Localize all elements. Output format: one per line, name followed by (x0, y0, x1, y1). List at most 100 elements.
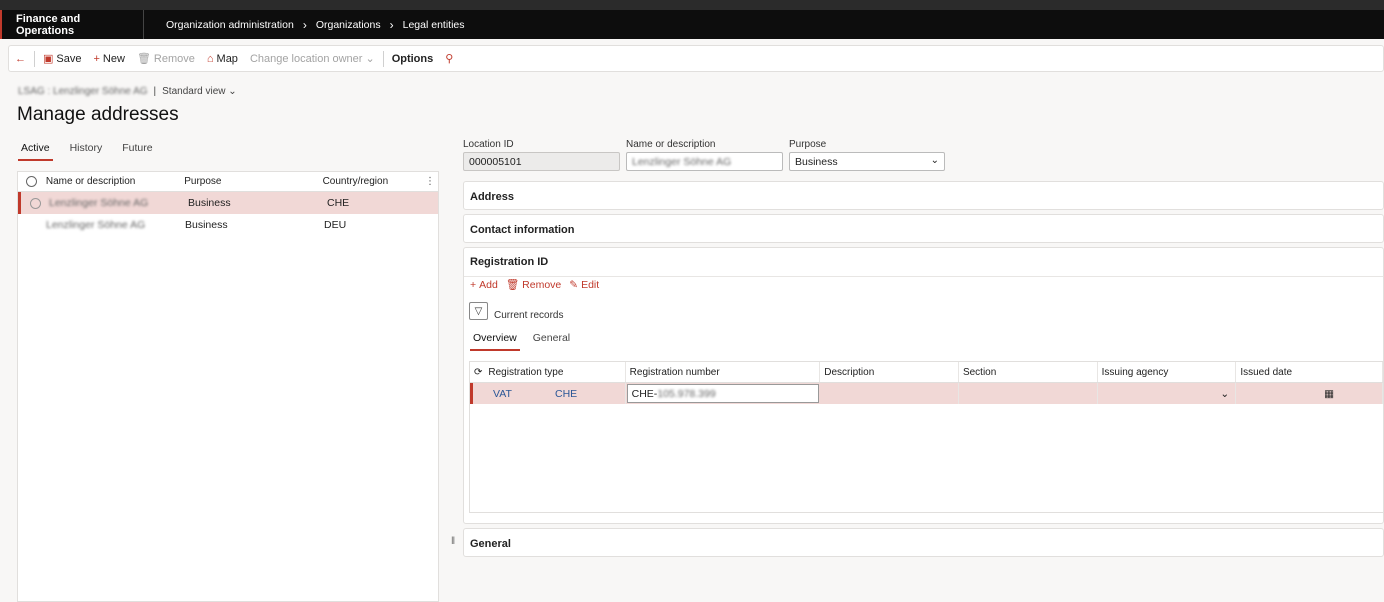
change-owner-label: Change location owner (249, 52, 363, 65)
name-label: Name or description (626, 139, 716, 150)
save-label: Save (56, 52, 82, 65)
contact-section[interactable]: Contact information (463, 214, 1384, 243)
registration-type-cell[interactable]: VAT CHE (473, 383, 626, 404)
divider (34, 50, 35, 67)
breadcrumb-item[interactable]: Legal entities (403, 19, 465, 31)
remove-button[interactable]: 🗑 Remove (131, 45, 201, 72)
column-header-section[interactable]: Section (959, 362, 1098, 382)
table-row[interactable]: VAT CHE CHE- 105.978.399 ⌄ ▦ (470, 383, 1383, 404)
row-radio[interactable] (21, 197, 49, 209)
registration-number-prefix: CHE- (631, 387, 658, 400)
general-section[interactable]: General (463, 528, 1384, 557)
add-button[interactable]: + Add (470, 278, 498, 291)
section-header[interactable]: Registration ID (464, 248, 1383, 277)
column-header-issuing-agency[interactable]: Issuing agency (1098, 362, 1237, 382)
registration-type-value[interactable]: VAT (493, 388, 555, 400)
list-item[interactable]: Lenzlinger Söhne AG Business DEU (18, 214, 438, 236)
column-header-name[interactable]: Name or description (46, 176, 184, 187)
app-title[interactable]: Finance and Operations (0, 10, 144, 39)
add-label: Add (479, 278, 498, 291)
column-header-issued-date[interactable]: Issued date (1236, 362, 1384, 382)
refresh-icon[interactable]: ⟳ (474, 367, 482, 378)
search-icon: ⚲ (445, 53, 454, 65)
chevron-down-icon: ⌄ (365, 53, 375, 65)
section-cell[interactable] (959, 383, 1098, 404)
map-icon: ⌂ (206, 52, 214, 65)
legal-entity-name: LSAG : Lenzlinger Söhne AG (18, 86, 148, 97)
name-field[interactable]: Lenzlinger Söhne AG (626, 152, 783, 171)
trash-icon: 🗑 (136, 53, 151, 65)
edit-button[interactable]: ✎ Edit (569, 278, 599, 291)
new-button[interactable]: + New (87, 45, 130, 72)
registration-toolbar: + Add 🗑 Remove ✎ Edit (470, 278, 599, 292)
location-id-field[interactable]: 000005101 (463, 152, 620, 171)
section-header: Contact information (470, 223, 575, 236)
issuing-agency-cell[interactable]: ⌄ (1098, 383, 1237, 404)
address-list: Name or description Purpose Country/regi… (17, 171, 439, 602)
back-button[interactable]: ← (9, 45, 32, 72)
map-label: Map (216, 52, 238, 65)
title-strip (0, 0, 1384, 10)
name-value: Lenzlinger Söhne AG (632, 156, 732, 168)
divider (382, 50, 384, 67)
registration-number-rest: 105.978.399 (657, 387, 716, 400)
more-options-icon[interactable]: ⋮ (422, 176, 438, 187)
registration-number-input[interactable]: CHE- 105.978.399 (626, 384, 820, 403)
funnel-icon: ▽ (474, 305, 483, 317)
view-label: Standard view (162, 86, 226, 97)
map-button[interactable]: ⌂ Map (201, 45, 244, 72)
address-tabs: Active History Future (18, 142, 156, 161)
column-header-country[interactable]: Country/region (323, 176, 423, 187)
issued-date-cell[interactable]: ▦ (1236, 383, 1383, 404)
registration-subtabs: Overview General (470, 332, 573, 351)
change-location-owner-button[interactable]: Change location owner ⌄ (244, 45, 381, 72)
new-label: New (102, 52, 125, 65)
row-country: CHE (327, 197, 350, 209)
breadcrumb: Organization administration › Organizati… (144, 18, 465, 32)
remove-label: Remove (153, 52, 195, 65)
radio-icon (29, 197, 41, 209)
breadcrumb-item[interactable]: Organizations (316, 19, 381, 31)
column-label: Registration type (488, 366, 564, 378)
calendar-icon[interactable]: ▦ (1324, 388, 1334, 400)
pane-splitter[interactable]: ‖ (451, 536, 455, 547)
view-selector[interactable]: Standard view ⌄ (162, 86, 237, 97)
current-records-label: Current records (494, 310, 564, 321)
plus-icon: + (93, 52, 100, 65)
column-header-description[interactable]: Description (820, 362, 959, 382)
save-icon: ▣ (43, 53, 54, 65)
top-navbar: Finance and Operations Organization admi… (0, 10, 1384, 39)
radio-icon (26, 176, 38, 187)
list-item[interactable]: Lenzlinger Söhne AG Business CHE (18, 192, 438, 214)
address-section[interactable]: Address (463, 181, 1384, 210)
select-all-radio[interactable] (18, 176, 46, 187)
tab-overview[interactable]: Overview (470, 332, 520, 351)
section-header: Address (470, 190, 515, 203)
chevron-down-icon: ⌄ (930, 155, 939, 166)
chevron-right-icon: › (389, 17, 394, 32)
save-button[interactable]: ▣ Save (37, 45, 87, 72)
page-title: Manage addresses (17, 104, 179, 125)
remove-registration-button[interactable]: 🗑 Remove (506, 278, 562, 292)
description-cell[interactable] (820, 383, 959, 404)
options-label: Options (391, 52, 434, 65)
options-button[interactable]: Options (386, 45, 440, 72)
filter-button[interactable]: ▽ (469, 302, 488, 320)
tab-history[interactable]: History (67, 142, 106, 161)
row-name: Lenzlinger Söhne AG (49, 197, 149, 209)
tab-general[interactable]: General (530, 332, 573, 351)
row-name: Lenzlinger Söhne AG (46, 219, 146, 231)
row-purpose: Business (185, 219, 228, 231)
purpose-label: Purpose (789, 139, 827, 150)
search-button[interactable]: ⚲ (439, 45, 459, 72)
purpose-select[interactable]: Business ⌄ (789, 152, 945, 171)
registration-country-value[interactable]: CHE (555, 388, 577, 400)
tab-future[interactable]: Future (119, 142, 155, 161)
column-header-registration-number[interactable]: Registration number (626, 362, 821, 382)
breadcrumb-item[interactable]: Organization administration (166, 19, 294, 31)
column-header-purpose[interactable]: Purpose (184, 176, 322, 187)
tab-active[interactable]: Active (18, 142, 53, 161)
row-country: DEU (324, 219, 347, 231)
column-header-registration-type[interactable]: ⟳ Registration type (470, 362, 626, 382)
remove-label: Remove (522, 278, 562, 291)
